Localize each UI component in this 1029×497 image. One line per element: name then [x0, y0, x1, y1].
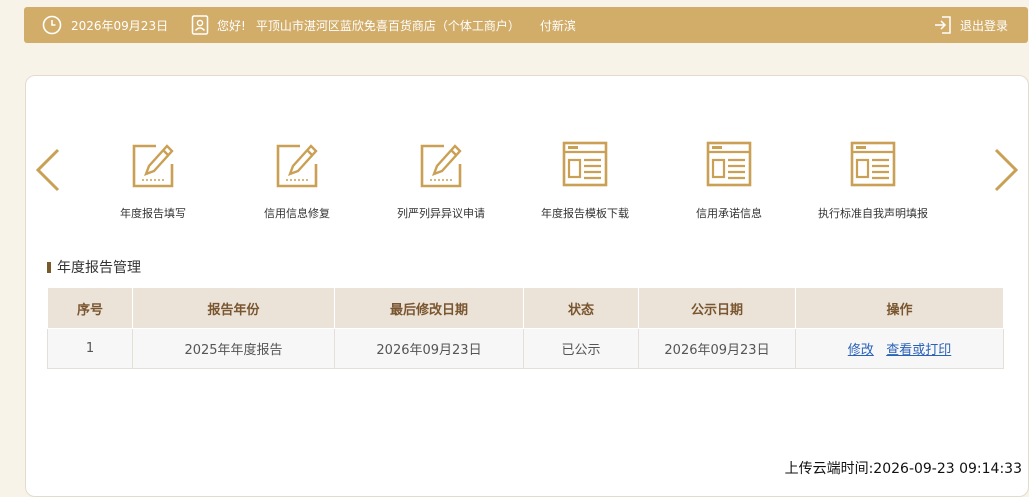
tile-annual-report-fill[interactable]: 年度报告填写 — [81, 140, 225, 221]
current-date: 2026年09月23日 — [71, 18, 169, 33]
greeting-text: 您好! — [217, 18, 246, 33]
section-title: 年度报告管理 — [47, 257, 141, 277]
tile-credit-repair[interactable]: 信用信息修复 — [225, 140, 369, 221]
edit-form-icon — [418, 140, 464, 188]
table-row: 1 2025年年度报告 2026年09月23日 已公示 2026年09月23日 … — [47, 328, 1004, 369]
carousel-next-button[interactable] — [990, 148, 1020, 192]
cell-status: 已公示 — [523, 328, 639, 369]
tile-objection-request[interactable]: 列严列异异议申请 — [369, 140, 513, 221]
chevron-left-icon — [35, 148, 60, 192]
template-doc-icon — [850, 140, 896, 188]
column-header-year: 报告年份 — [132, 287, 335, 329]
carousel-prev-button[interactable] — [34, 148, 64, 192]
tile-label: 执行标准自我声明填报 — [818, 207, 928, 220]
edit-form-icon — [130, 140, 176, 188]
chevron-right-icon — [994, 148, 1019, 192]
user-info: 您好! 平顶山市湛河区蓝欣免喜百货商店（个体工商户） 付新滨 — [191, 7, 576, 43]
cell-modified: 2026年09月23日 — [334, 328, 524, 369]
tile-label: 信用信息修复 — [264, 207, 330, 220]
logout-button[interactable]: 退出登录 — [934, 7, 1008, 43]
template-doc-icon — [706, 140, 752, 188]
column-header-index: 序号 — [47, 287, 133, 329]
main-panel — [25, 75, 1029, 497]
tile-template-download[interactable]: 年度报告模板下载 — [513, 140, 657, 221]
edit-link[interactable]: 修改 — [848, 343, 874, 358]
column-header-status: 状态 — [523, 287, 639, 329]
top-bar: 2026年09月23日 您好! 平顶山市湛河区蓝欣免喜百货商店（个体工商户） 付… — [24, 7, 1028, 43]
section-title-text: 年度报告管理 — [57, 260, 141, 276]
edit-form-icon — [274, 140, 320, 188]
date-area: 2026年09月23日 — [42, 7, 168, 43]
column-header-actions: 操作 — [795, 287, 1004, 329]
tile-label: 年度报告填写 — [120, 207, 186, 220]
column-header-published: 公示日期 — [638, 287, 796, 329]
user-name: 付新滨 — [539, 18, 576, 33]
tile-standard-declaration[interactable]: 执行标准自我声明填报 — [801, 140, 945, 221]
tile-label: 年度报告模板下载 — [541, 207, 629, 220]
cell-published: 2026年09月23日 — [638, 328, 796, 369]
column-header-modified: 最后修改日期 — [334, 287, 524, 329]
tile-label: 列严列异异议申请 — [397, 207, 485, 220]
cell-index: 1 — [47, 328, 133, 369]
tile-label: 信用承诺信息 — [696, 207, 762, 220]
clock-icon — [42, 15, 62, 35]
template-doc-icon — [562, 140, 608, 188]
cell-actions: 修改 查看或打印 — [795, 328, 1004, 369]
id-card-icon — [191, 15, 209, 35]
upload-time: 上传云端时间:2026-09-23 09:14:33 — [784, 461, 1022, 477]
cell-year: 2025年年度报告 — [132, 328, 335, 369]
company-name: 平顶山市湛河区蓝欣免喜百货商店（个体工商户） — [255, 18, 520, 33]
view-print-link[interactable]: 查看或打印 — [886, 343, 951, 358]
tile-credit-commitment[interactable]: 信用承诺信息 — [657, 140, 801, 221]
section-marker — [47, 261, 51, 273]
annual-report-table: 序号 报告年份 最后修改日期 状态 公示日期 操作 1 2025年年度报告 20… — [47, 287, 1004, 369]
logout-label: 退出登录 — [959, 18, 1008, 33]
logout-icon — [934, 15, 952, 35]
table-header-row: 序号 报告年份 最后修改日期 状态 公示日期 操作 — [47, 287, 1004, 329]
